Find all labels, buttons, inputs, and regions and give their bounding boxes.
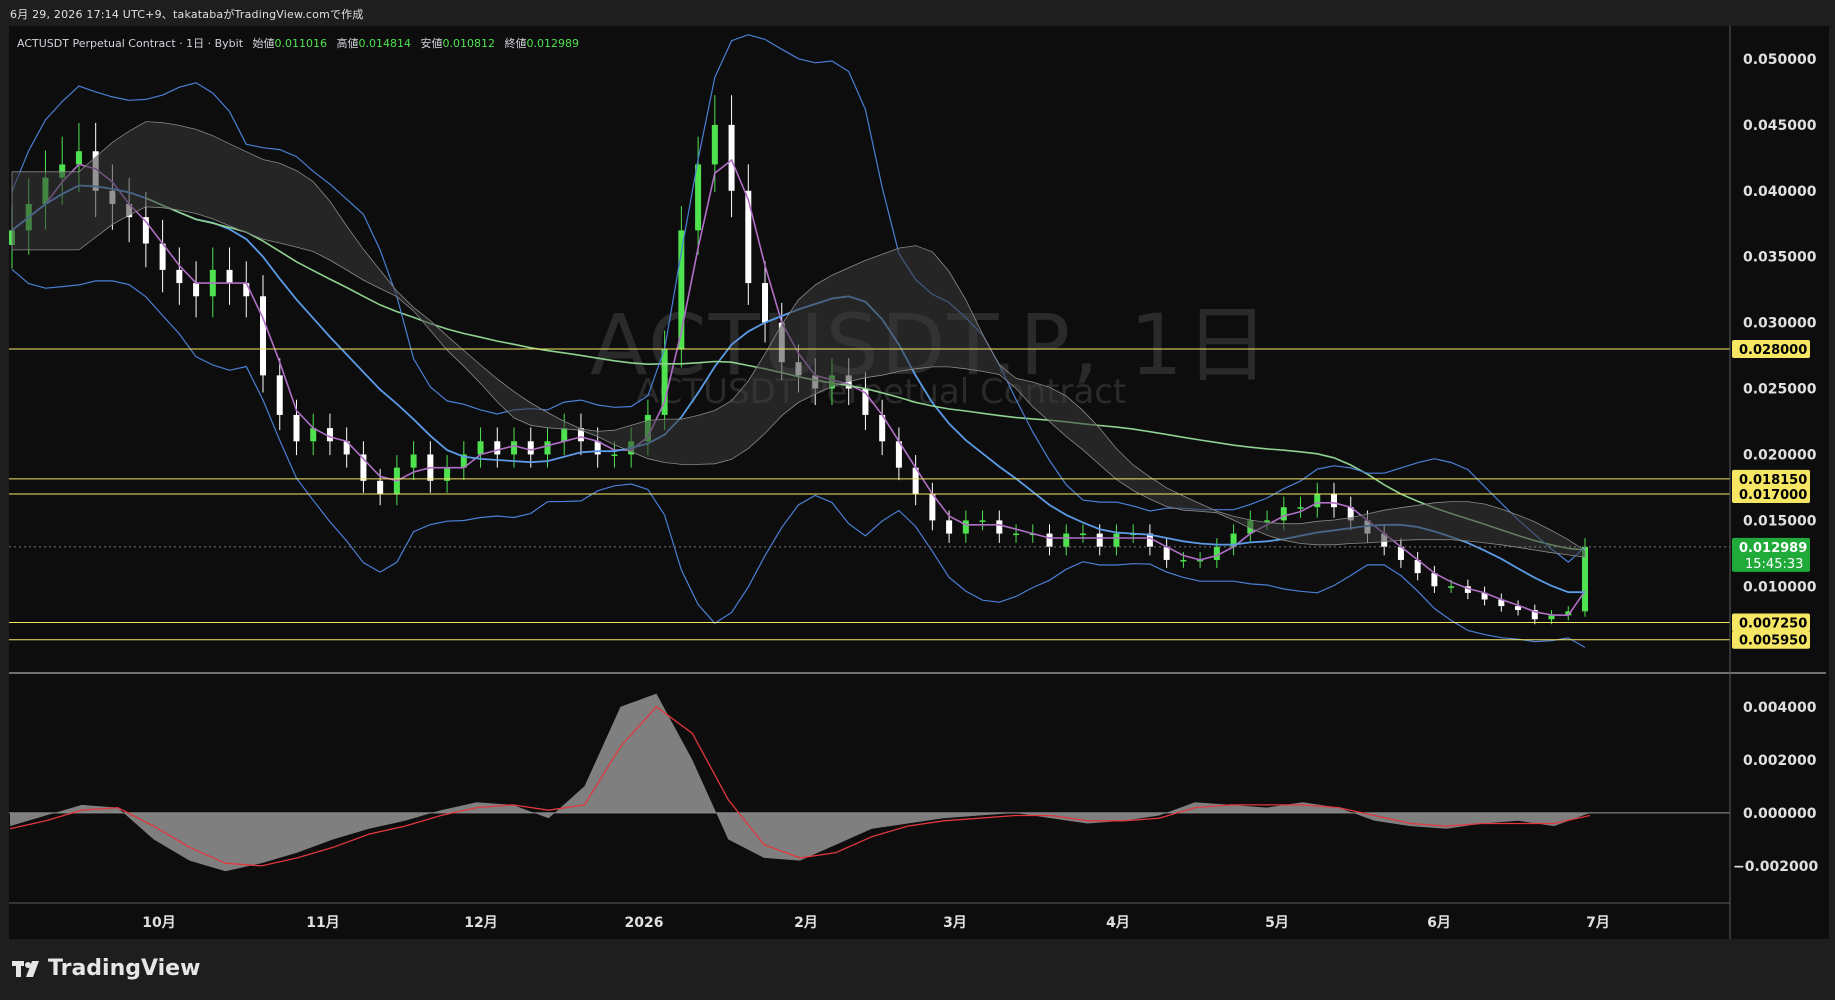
time-tick-label: 2月 [794,915,818,931]
candle-body [1013,533,1020,536]
candle-body [1314,494,1321,508]
price-tick-label: 0.020000 [1743,447,1817,463]
price-tick-label: 0.050000 [1743,52,1817,68]
tradingview-brand[interactable]: TradingView [12,956,200,981]
candle-body [711,124,718,165]
candle-body [1063,533,1070,547]
level-price-label: 0.017000 [1739,488,1807,503]
candle-body [611,454,618,456]
candle-body [544,441,551,455]
last-price-label: 0.012989 [1739,541,1807,556]
candle-body [193,283,200,297]
legend-close: 0.012989 [526,37,580,50]
candle-body [260,296,267,376]
candle-body [176,269,183,284]
price-pane [9,34,1730,648]
candle-body [1330,494,1337,508]
candle-body [226,269,233,284]
candle-body [946,520,953,534]
candle-body [477,441,484,455]
candle-body [1280,507,1287,521]
price-tick-label: 0.025000 [1743,382,1817,398]
candle-body [728,124,735,191]
candle-body [410,454,417,468]
legend-open: 0.011016 [274,37,328,50]
level-price-label: 0.007250 [1739,617,1807,632]
candle-body [1046,533,1053,547]
bollinger-upper [11,34,1586,563]
macd-tick-label: 0.004000 [1743,700,1817,716]
candle-body [1264,520,1271,522]
candle-body [1213,546,1220,560]
candle-body [511,441,518,455]
legend-high-label: 高値 [336,37,359,50]
candle-body [1448,586,1455,588]
time-tick-label: 2026 [625,915,664,931]
price-chart[interactable]: 0.050000 0.045000 0.040000 0.035000 0.030000… [0,0,1835,1000]
candle-body [377,480,384,495]
macd-tick-label: −0.002000 [1733,859,1818,875]
candle-body [527,441,534,455]
candle-body [962,520,969,534]
time-tick-label: 11月 [306,915,339,931]
candle-body [1079,533,1086,536]
price-tick-label: 0.035000 [1743,250,1817,266]
ichimoku-cloud [11,121,1586,558]
price-tick-label: 0.015000 [1743,513,1817,529]
level-price-label: 0.028000 [1739,343,1807,358]
candle-body [979,520,986,522]
candle-body [243,283,250,297]
price-tick-label: 0.040000 [1743,184,1817,200]
candle-body [1548,615,1555,620]
time-tick-label: 5月 [1265,915,1289,931]
candle-body [494,441,501,455]
price-tick-label: 0.030000 [1743,316,1817,332]
tradingview-logo-icon [12,959,42,979]
time-tick-label: 6月 [1427,915,1451,931]
time-tick-label: 4月 [1106,915,1130,931]
candle-body [1297,507,1304,509]
candle-body [762,283,769,323]
legend-low-label: 安値 [420,37,443,50]
candle-body [1113,533,1120,547]
candle-body [293,414,300,442]
level-price-label: 0.005950 [1739,634,1807,649]
macd-tick-label: 0.002000 [1743,753,1817,769]
macd-histogram-area [10,693,1590,872]
candle-body [1180,559,1187,562]
price-tick-label: 0.010000 [1743,579,1817,595]
candle-body [276,375,283,415]
bar-countdown-label: 15:45:33 [1745,557,1803,572]
macd-pane [9,693,1730,872]
price-tick-label: 0.045000 [1743,118,1817,134]
candle-body [561,428,568,442]
time-tick-label: 3月 [943,915,967,931]
legend-high: 0.014814 [358,37,412,50]
candle-body [1096,533,1103,547]
time-tick-label: 10月 [142,915,175,931]
time-tick-label: 7月 [1586,915,1610,931]
candle-body [996,520,1003,534]
legend-close-label: 終値 [504,37,527,50]
legend-open-label: 始値 [252,37,275,50]
legend-low: 0.010812 [442,37,496,50]
time-tick-label: 12月 [464,915,497,931]
legend-symbol: ACTUSDT Perpetual Contract · 1日 · Bybit [17,37,244,50]
candle-body [75,151,82,165]
candle-body [326,428,333,442]
brand-name: TradingView [48,956,201,981]
macd-tick-label: 0.000000 [1743,806,1817,822]
ohlc-legend: ACTUSDT Perpetual Contract · 1日 · Bybit … [17,35,579,51]
